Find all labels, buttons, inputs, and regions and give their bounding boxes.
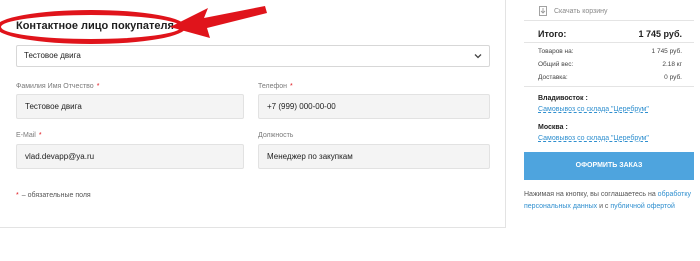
annotation-arrow — [170, 6, 267, 38]
divider — [524, 86, 694, 87]
chevron-down-icon — [474, 54, 482, 59]
email-field[interactable]: vlad.devapp@ya.ru — [16, 144, 244, 169]
agreement-text: Нажимая на кнопку, вы соглашаетесь на об… — [524, 191, 691, 210]
required-note: * – обязательные поля — [16, 192, 91, 199]
position-value: Менеджер по закупкам — [267, 152, 353, 161]
email-label: E-Mail * — [16, 132, 42, 139]
phone-label: Телефон * — [258, 83, 293, 90]
pickup-moscow-link[interactable]: Самовывоз со склада "Церебрум" — [538, 135, 649, 142]
total-label: Итого: — [538, 29, 567, 39]
name-value: Тестовое двига — [25, 102, 82, 111]
position-label: Должность — [258, 132, 294, 139]
order-summary: Скачать корзину Итого: 1 745 руб. Товаро… — [524, 0, 694, 228]
divider — [524, 42, 694, 43]
public-offer-link[interactable]: публичной офертой — [610, 203, 675, 210]
profile-select[interactable]: Тестовое двига — [16, 45, 490, 67]
divider — [524, 20, 694, 21]
total-value: 1 745 руб. — [638, 29, 682, 39]
summary-row: Товаров на: 1 745 руб. — [538, 48, 682, 55]
summary-row: Доставка: 0 руб. — [538, 74, 682, 81]
name-field[interactable]: Тестовое двига — [16, 94, 244, 119]
city-moscow: Москва : — [538, 124, 568, 131]
contact-panel: Контактное лицо покупателя Тестовое двиг… — [0, 0, 506, 228]
phone-field[interactable]: +7 (999) 000-00-00 — [258, 94, 490, 119]
position-field[interactable]: Менеджер по закупкам — [258, 144, 490, 169]
city-vladivostok: Владивосток : — [538, 95, 588, 102]
phone-value: +7 (999) 000-00-00 — [267, 102, 336, 111]
place-order-button[interactable]: ОФОРМИТЬ ЗАКАЗ — [524, 152, 694, 180]
summary-row: Общий вес: 2.18 кг — [538, 61, 682, 68]
pickup-vladivostok-link[interactable]: Самовывоз со склада "Церебрум" — [538, 106, 649, 113]
download-cart-link[interactable]: Скачать корзину — [538, 6, 608, 16]
email-value: vlad.devapp@ya.ru — [25, 152, 95, 161]
name-label: Фамилия Имя Отчество * — [16, 83, 100, 90]
annotation-ellipse — [0, 10, 186, 44]
profile-select-value: Тестовое двига — [24, 51, 81, 60]
download-icon — [539, 6, 547, 16]
